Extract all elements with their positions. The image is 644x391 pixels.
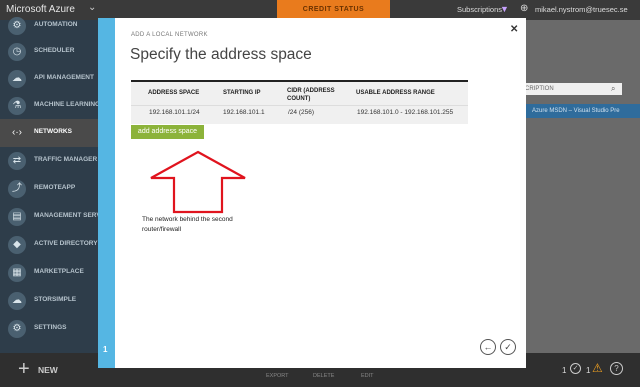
cell-cidr: /24 (256)	[288, 109, 315, 116]
portal-window: Microsoft Azure ⌄ CREDIT STATUS Subscrip…	[0, 0, 640, 387]
dialog-title: Specify the address space	[130, 46, 312, 63]
add-address-space-button[interactable]: add address space	[131, 125, 204, 139]
clock-icon: ◷	[8, 43, 26, 61]
plus-icon[interactable]: +	[18, 358, 30, 381]
sidebar-item-active-directory[interactable]: ◆ ACTIVE DIRECTORY	[0, 231, 98, 259]
running-count: 1	[562, 366, 567, 375]
step-number: 1	[103, 345, 108, 354]
remoteapp-icon: ⤴	[8, 180, 26, 198]
address-space-table: ADDRESS SPACE STARTING IP CIDR (ADDRESS …	[131, 80, 468, 124]
export-button[interactable]: EXPORT	[266, 373, 289, 379]
filter-icon[interactable]: ▼	[500, 4, 509, 14]
check-circle-icon[interactable]: ✓	[570, 363, 581, 374]
network-icon: ‹·›	[12, 127, 22, 138]
sidebar-item-automation[interactable]: ⚙ AUTOMATION	[0, 12, 98, 40]
edit-button[interactable]: EDIT	[361, 373, 374, 379]
add-local-network-dialog: 1 ✕ ADD A LOCAL NETWORK Specify the addr…	[98, 18, 526, 368]
traffic-icon: ⇄	[8, 152, 26, 170]
column-header-starting-ip: STARTING IP	[223, 90, 261, 96]
flask-icon: ⚗	[8, 97, 26, 115]
directory-icon: ◆	[8, 236, 26, 254]
sidebar-item-label: SCHEDULER	[34, 47, 75, 54]
settings-gear-icon: ⚙	[8, 320, 26, 338]
warning-icon[interactable]: ⚠	[592, 361, 603, 375]
dialog-subtitle: ADD A LOCAL NETWORK	[131, 32, 208, 38]
sidebar-item-api-management[interactable]: ☁ API MANAGEMENT	[0, 65, 98, 93]
sidebar-item-label: NETWORKS	[34, 128, 72, 135]
arrow-shape	[150, 150, 246, 214]
sidebar-item-label: MACHINE LEARNING	[34, 101, 101, 108]
sidebar-item-traffic-manager[interactable]: ⇄ TRAFFIC MANAGER	[0, 147, 98, 175]
subscription-row[interactable]: Azure MSDN – Visual Studio Pre	[526, 104, 640, 118]
sidebar-item-label: STORSIMPLE	[34, 296, 77, 303]
sidebar: ⚙ AUTOMATION ◷ SCHEDULER ☁ API MANAGEMEN…	[0, 17, 103, 353]
cell-starting-ip: 192.168.101.1	[223, 109, 265, 116]
search-input[interactable]: SCRIPTION	[518, 83, 622, 95]
user-account[interactable]: mikael.nystrom@truesec.se	[535, 5, 628, 14]
help-icon[interactable]: ?	[610, 362, 623, 375]
sidebar-item-label: SETTINGS	[34, 324, 67, 331]
sidebar-item-marketplace[interactable]: ▦ MARKETPLACE	[0, 259, 98, 287]
up-arrow-annotation	[150, 150, 246, 214]
management-icon: ▤	[8, 208, 26, 226]
table-divider	[131, 105, 468, 106]
cell-address-space[interactable]: 192.168.101.1/24	[149, 109, 200, 116]
table-top-rule	[131, 80, 468, 82]
sidebar-item-label: API MANAGEMENT	[34, 74, 94, 81]
annotation-note: The network behind the second router/fir…	[142, 215, 292, 235]
sidebar-item-remoteapp[interactable]: ⤴ REMOTEAPP	[0, 175, 98, 203]
warning-count: 1	[586, 366, 591, 375]
sidebar-item-scheduler[interactable]: ◷ SCHEDULER	[0, 38, 98, 66]
column-header-cidr: CIDR (ADDRESS COUNT)	[287, 88, 335, 102]
globe-icon[interactable]: ⊕	[520, 3, 528, 14]
new-button[interactable]: NEW	[38, 365, 58, 375]
sidebar-item-management-services[interactable]: ▤ MANAGEMENT SERVI	[0, 203, 103, 231]
close-icon[interactable]: ✕	[510, 24, 518, 35]
wizard-step-rail	[98, 18, 115, 368]
sidebar-item-storsimple[interactable]: ☁ STORSIMPLE	[0, 287, 98, 315]
subscriptions-link[interactable]: Subscriptions	[457, 5, 502, 14]
storsimple-icon: ☁	[8, 292, 26, 310]
cloud-gear-icon: ☁	[8, 70, 26, 88]
sidebar-item-label: MARKETPLACE	[34, 268, 84, 275]
marketplace-icon: ▦	[8, 264, 26, 282]
sidebar-item-label: MANAGEMENT SERVI	[34, 212, 103, 219]
sidebar-item-label: REMOTEAPP	[34, 184, 76, 191]
annotation-line-2: router/firewall	[142, 226, 182, 233]
sidebar-item-label: AUTOMATION	[34, 21, 78, 28]
sidebar-item-networks[interactable]: ‹·› NETWORKS	[0, 119, 98, 147]
credit-status-button[interactable]: CREDIT STATUS	[277, 0, 390, 20]
cell-usable-range: 192.168.101.0 - 192.168.101.255	[357, 109, 454, 116]
sidebar-item-settings[interactable]: ⚙ SETTINGS	[0, 315, 98, 343]
annotation-line-1: The network behind the second	[142, 216, 233, 223]
delete-button[interactable]: DELETE	[313, 373, 334, 379]
back-arrow-icon[interactable]: ←	[480, 339, 496, 355]
gear-icon: ⚙	[8, 17, 26, 35]
column-header-address-space: ADDRESS SPACE	[148, 90, 200, 96]
sidebar-item-label: TRAFFIC MANAGER	[34, 156, 98, 163]
column-header-usable-range: USABLE ADDRESS RANGE	[356, 90, 435, 96]
sidebar-item-machine-learning[interactable]: ⚗ MACHINE LEARNING	[0, 92, 101, 120]
sidebar-item-label: ACTIVE DIRECTORY	[34, 240, 98, 247]
complete-check-icon[interactable]: ✓	[500, 339, 516, 355]
background-content	[526, 20, 640, 353]
search-icon[interactable]: ⌕	[611, 84, 615, 94]
